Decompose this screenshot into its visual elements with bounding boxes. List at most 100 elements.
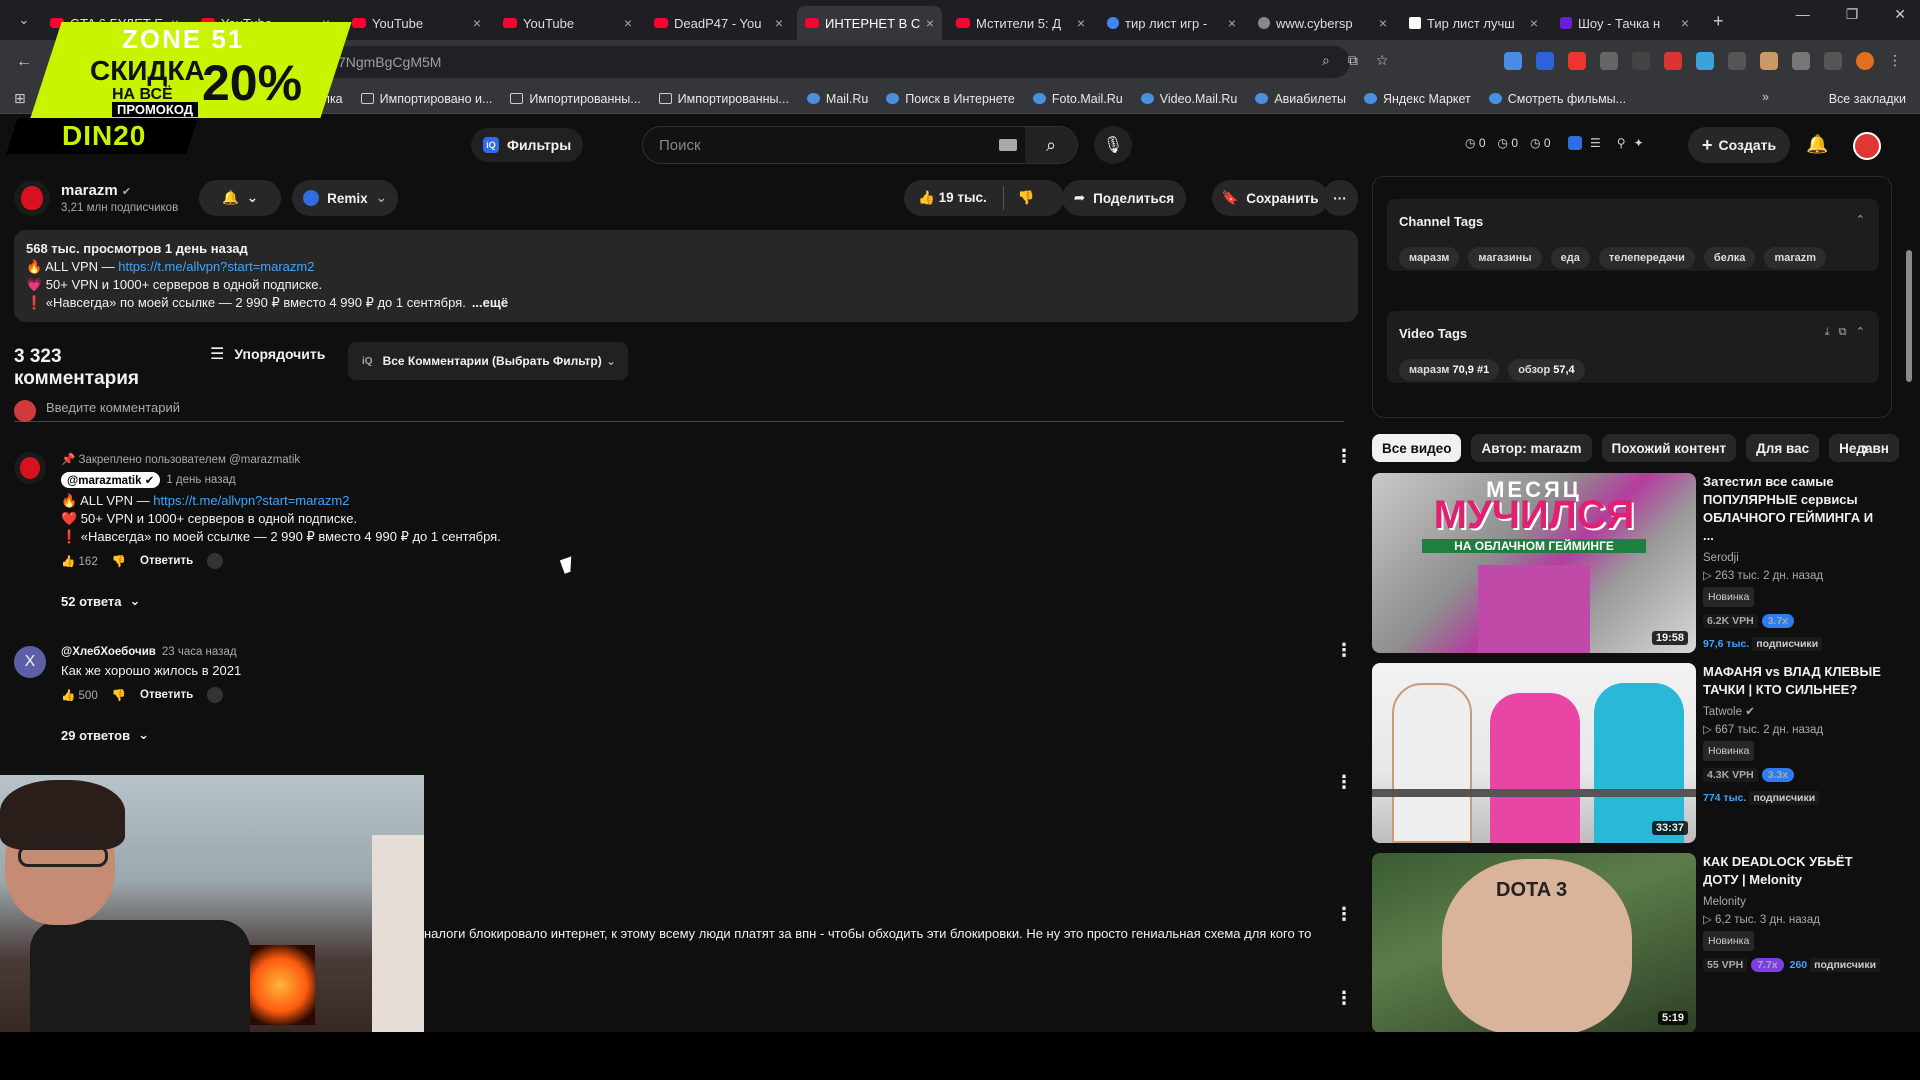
bookmark-item[interactable]: Foto.Mail.Ru xyxy=(1032,92,1123,106)
extension-icon[interactable] xyxy=(1632,52,1650,70)
show-replies-button[interactable]: 29 ответов ⌄ xyxy=(61,727,241,743)
bookmark-item[interactable]: Смотреть фильмы... xyxy=(1488,92,1626,106)
notifications-bell-icon[interactable]: 🔔 xyxy=(1806,134,1828,155)
filter-chip[interactable]: Для вас xyxy=(1746,434,1820,462)
comment-time[interactable]: 23 часа назад xyxy=(162,646,237,658)
extension-icon[interactable] xyxy=(1568,52,1586,70)
add-comment-input[interactable]: Введите комментарий xyxy=(14,396,1344,422)
video-channel[interactable]: Tatwole ✔ xyxy=(1703,703,1883,721)
all-bookmarks-folder[interactable]: Все закладки xyxy=(1829,92,1906,106)
menu-kebab-icon[interactable]: ⋮ xyxy=(1888,52,1902,70)
close-tab-icon[interactable]: × xyxy=(1681,15,1689,31)
browser-tab[interactable]: YouTube × xyxy=(344,6,489,40)
close-tab-icon[interactable]: × xyxy=(775,15,783,31)
video-thumbnail[interactable]: DOTA 3 5:19 xyxy=(1372,853,1696,1033)
collapse-icon[interactable]: ⌃ xyxy=(1856,213,1865,226)
video-description[interactable]: 568 тыс. просмотров 1 день назад 🔥 ALL V… xyxy=(14,230,1358,322)
comment-avatar[interactable] xyxy=(14,452,46,484)
subscription-bell-button[interactable]: 🔔 ⌄ xyxy=(199,180,281,216)
vpn-link[interactable]: https://t.me/allvpn?start=marazm2 xyxy=(118,259,314,274)
bookmark-item[interactable]: Video.Mail.Ru xyxy=(1140,92,1237,106)
browser-tab[interactable]: тир лист игр - × xyxy=(1099,6,1244,40)
video-tag[interactable]: обзор 57,4 xyxy=(1508,359,1585,381)
comment-menu-icon[interactable]: ⋮ xyxy=(1335,446,1353,467)
filter-chip[interactable]: Все видео xyxy=(1372,434,1462,462)
comment-dislike-button[interactable]: 👎 xyxy=(112,554,126,568)
comment-menu-icon[interactable]: ⋮ xyxy=(1335,988,1353,1009)
extension-icon[interactable] xyxy=(1536,52,1554,70)
comment-author[interactable]: @marazmatik ✔ xyxy=(61,472,161,488)
close-tab-icon[interactable]: × xyxy=(1228,15,1236,31)
filter-chip[interactable]: Автор: marazm xyxy=(1471,434,1592,462)
filter-chip[interactable]: Похожий контент xyxy=(1601,434,1737,462)
browser-tab[interactable]: DeadP47 - You × xyxy=(646,6,791,40)
profile-avatar[interactable] xyxy=(1856,52,1874,70)
close-tab-icon[interactable]: × xyxy=(624,15,632,31)
video-channel[interactable]: Serodji xyxy=(1703,549,1883,567)
comment-avatar[interactable]: X xyxy=(14,646,46,678)
browser-tab[interactable]: Тир лист лучш × xyxy=(1401,6,1546,40)
comment-like-button[interactable]: 👍 162 xyxy=(61,554,98,568)
related-video[interactable]: МЕСЯЦ МУЧИЛСЯ НА ОБЛАЧНОМ ГЕЙМИНГЕ 19:58… xyxy=(1372,473,1892,655)
browser-tab[interactable]: ИНТЕРНЕТ В С × xyxy=(797,6,942,40)
close-tab-icon[interactable]: × xyxy=(926,15,934,31)
related-video[interactable]: 33:37 МАФАНЯ vs ВЛАД КЛЕВЫЕ ТАЧКИ | КТО … xyxy=(1372,663,1892,845)
extension-icon[interactable] xyxy=(1728,52,1746,70)
more-actions-button[interactable]: ··· xyxy=(1322,180,1358,216)
channel-tag[interactable]: еда xyxy=(1550,247,1590,269)
bookmark-item[interactable]: Поиск в Интернете xyxy=(886,92,1015,106)
channel-tag[interactable]: магазины xyxy=(1468,247,1542,269)
channel-avatar[interactable] xyxy=(14,180,50,216)
page-scrollbar[interactable] xyxy=(1904,124,1914,1030)
list-icon[interactable]: ☰ xyxy=(1590,136,1601,150)
filters-button[interactable]: iQ Фильтры xyxy=(471,128,584,162)
sparkle-icon[interactable]: ✦ xyxy=(1634,136,1644,150)
comment-time[interactable]: 1 день назад xyxy=(166,474,235,486)
collapse-icon[interactable]: ⌃ xyxy=(1856,326,1865,338)
video-thumbnail[interactable]: МЕСЯЦ МУЧИЛСЯ НА ОБЛАЧНОМ ГЕЙМИНГЕ 19:58 xyxy=(1372,473,1696,653)
video-title[interactable]: Затестил все самые ПОПУЛЯРНЫЕ сервисы ОБ… xyxy=(1703,473,1883,545)
channel-tag[interactable]: телепередачи xyxy=(1598,247,1695,269)
bookmark-item[interactable]: Яндекс Маркет xyxy=(1363,92,1471,106)
show-replies-button[interactable]: 52 ответа ⌄ xyxy=(61,593,501,609)
extension-icon[interactable] xyxy=(1760,52,1778,70)
bookmark-item[interactable]: Авиабилеты xyxy=(1255,92,1346,106)
comment-menu-icon[interactable]: ⋮ xyxy=(1335,772,1353,793)
comment-like-button[interactable]: 👍 500 xyxy=(61,688,98,702)
close-tab-icon[interactable]: × xyxy=(1379,15,1387,31)
close-tab-icon[interactable]: × xyxy=(1530,15,1538,31)
bookmark-item[interactable]: Mail.Ru xyxy=(806,92,868,106)
search-icon[interactable]: ⌕ xyxy=(1025,127,1077,163)
microphone-icon[interactable]: 🎙 xyxy=(1094,126,1132,164)
video-tag[interactable]: маразм 70,9 #1 xyxy=(1399,359,1500,381)
comment-author[interactable]: @ХлебХоебочив xyxy=(61,646,156,658)
browser-tab[interactable]: Шоу - Тачка н × xyxy=(1552,6,1697,40)
extension-icon[interactable] xyxy=(1600,52,1618,70)
extension-icon[interactable] xyxy=(207,553,224,569)
save-button[interactable]: 🔖 Сохранить xyxy=(1212,180,1328,216)
copy-icon[interactable]: ⧉ xyxy=(1839,326,1847,338)
install-icon[interactable]: ⧉ xyxy=(1348,52,1358,69)
zoom-icon[interactable]: ⌕ xyxy=(1322,52,1330,69)
create-button[interactable]: + Создать xyxy=(1688,127,1791,163)
download-icon[interactable]: ⤓ xyxy=(1825,326,1830,338)
extension-icon[interactable] xyxy=(207,687,224,703)
channel-tag[interactable]: marazm xyxy=(1764,247,1827,269)
star-icon[interactable]: ☆ xyxy=(1376,52,1389,69)
video-title[interactable]: КАК DEADLOCK УБЬЁТ ДОТУ | Melonity xyxy=(1703,853,1883,889)
close-tab-icon[interactable]: × xyxy=(473,15,481,31)
bookmark-item[interactable]: Импортировано и... xyxy=(360,92,492,106)
lightbulb-icon[interactable]: ⚲ xyxy=(1617,136,1626,150)
extension-icon[interactable] xyxy=(1504,52,1522,70)
comment-filter-dropdown[interactable]: iQ Все Комментарии (Выбрать Фильтр) ⌄ xyxy=(348,342,628,380)
extension-icon[interactable] xyxy=(1696,52,1714,70)
close-tab-icon[interactable]: × xyxy=(1077,15,1085,31)
channel-tag[interactable]: белка xyxy=(1703,247,1756,269)
channel-name[interactable]: marazm ✔ xyxy=(61,182,131,199)
vpn-link[interactable]: https://t.me/allvpn?start=marazm2 xyxy=(153,493,349,508)
browser-tab[interactable]: Мстители 5: Д × xyxy=(948,6,1093,40)
like-button[interactable]: 👍 19 тыс. xyxy=(918,190,987,206)
dislike-button[interactable]: 👎 xyxy=(1018,190,1035,206)
reply-button[interactable]: Ответить xyxy=(140,689,193,701)
reading-list-icon[interactable] xyxy=(1824,52,1842,70)
